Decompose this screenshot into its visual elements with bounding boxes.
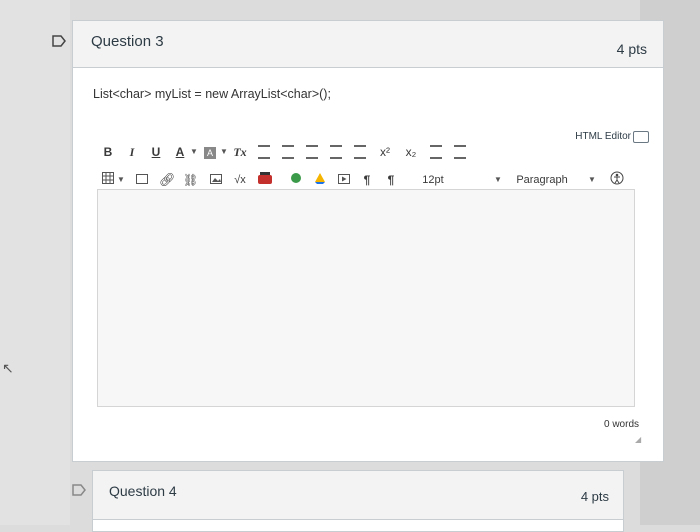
outdent-icon xyxy=(354,145,366,159)
google-drive-icon xyxy=(315,173,325,184)
question-points: 4 pts xyxy=(616,41,647,57)
align-left-icon xyxy=(258,145,270,159)
flag-icon[interactable] xyxy=(52,35,66,47)
table-icon xyxy=(102,172,114,184)
accessibility-button[interactable] xyxy=(609,171,625,189)
keyboard-icon[interactable] xyxy=(633,131,649,143)
image-button[interactable] xyxy=(209,171,223,189)
align-center-icon xyxy=(282,145,294,159)
accessibility-icon xyxy=(610,171,624,185)
table-button[interactable] xyxy=(101,171,115,189)
rich-text-editor[interactable] xyxy=(97,189,635,407)
google-drive-button[interactable] xyxy=(313,171,327,189)
background-left xyxy=(0,0,70,525)
word-count: 0 words xyxy=(603,419,639,430)
editor-toolbar-row-2: ▼ 🔗︎ ⛓︎ √x ¶ ¶ 12pt ▼ Paragraph ▼ xyxy=(101,171,641,191)
question-title: Question 4 xyxy=(109,483,177,499)
align-right-icon xyxy=(306,145,318,159)
font-color-button[interactable]: A xyxy=(173,143,187,161)
youtube-button[interactable] xyxy=(257,171,273,189)
apps-button[interactable] xyxy=(289,171,303,189)
bold-button[interactable]: B xyxy=(101,143,115,161)
ltr-button[interactable]: ¶ xyxy=(359,171,375,189)
italic-button[interactable]: I xyxy=(125,143,139,161)
media-button[interactable] xyxy=(337,171,351,189)
question-header: Question 4 4 pts xyxy=(93,471,623,520)
subscript-button[interactable]: x₂ xyxy=(403,143,419,161)
paragraph-format-select[interactable]: Paragraph xyxy=(513,171,571,189)
align-center-button[interactable] xyxy=(281,143,295,161)
underline-button[interactable]: U xyxy=(149,143,163,161)
editor-toolbar-row-1: B I U A ▼ A ▼ Tx x² x₂ xyxy=(101,143,641,163)
bullet-list-button[interactable] xyxy=(429,143,443,161)
rtl-button[interactable]: ¶ xyxy=(383,171,399,189)
clear-formatting-button[interactable]: Tx xyxy=(231,143,249,161)
flag-icon[interactable] xyxy=(72,484,86,496)
youtube-icon xyxy=(258,172,272,184)
resize-handle-icon[interactable]: ◢ xyxy=(635,435,643,444)
recycle-icon xyxy=(291,173,301,183)
cursor-icon: ↖ xyxy=(2,360,14,376)
question-title: Question 3 xyxy=(91,33,164,50)
media-icon xyxy=(338,174,350,184)
equation-button[interactable]: √x xyxy=(231,171,249,189)
html-editor-link[interactable]: HTML Editor xyxy=(575,131,631,142)
numbered-list-button[interactable] xyxy=(453,143,467,161)
chevron-down-icon[interactable]: ▼ xyxy=(493,171,503,189)
embed-icon xyxy=(136,174,148,184)
background-color-button[interactable]: A xyxy=(203,143,217,161)
bullet-list-icon xyxy=(430,145,442,159)
question-header: Question 3 4 pts xyxy=(73,21,663,68)
indent-button[interactable] xyxy=(329,143,343,161)
question-3-card: Question 3 4 pts List<char> myList = new… xyxy=(72,20,664,462)
image-icon xyxy=(210,174,222,184)
numbered-list-icon xyxy=(454,145,466,159)
chevron-down-icon[interactable]: ▼ xyxy=(219,143,229,161)
link-button[interactable]: 🔗︎ xyxy=(159,171,176,189)
unlink-icon: ⛓︎ xyxy=(183,173,199,187)
chevron-down-icon[interactable]: ▼ xyxy=(587,171,597,189)
question-text: List<char> myList = new ArrayList<char>(… xyxy=(93,87,331,101)
unlink-button[interactable]: ⛓︎ xyxy=(183,171,199,189)
question-4-card: Question 4 4 pts xyxy=(92,470,624,532)
chevron-down-icon[interactable]: ▼ xyxy=(117,171,125,189)
embed-button[interactable] xyxy=(135,171,149,189)
highlight-icon: A xyxy=(204,147,216,159)
question-points: 4 pts xyxy=(580,489,609,504)
outdent-button[interactable] xyxy=(353,143,367,161)
superscript-button[interactable]: x² xyxy=(377,143,393,161)
link-icon: 🔗︎ xyxy=(159,172,176,187)
align-left-button[interactable] xyxy=(257,143,271,161)
align-right-button[interactable] xyxy=(305,143,319,161)
chevron-down-icon[interactable]: ▼ xyxy=(189,143,199,161)
font-size-select[interactable]: 12pt xyxy=(415,171,451,189)
indent-icon xyxy=(330,145,342,159)
